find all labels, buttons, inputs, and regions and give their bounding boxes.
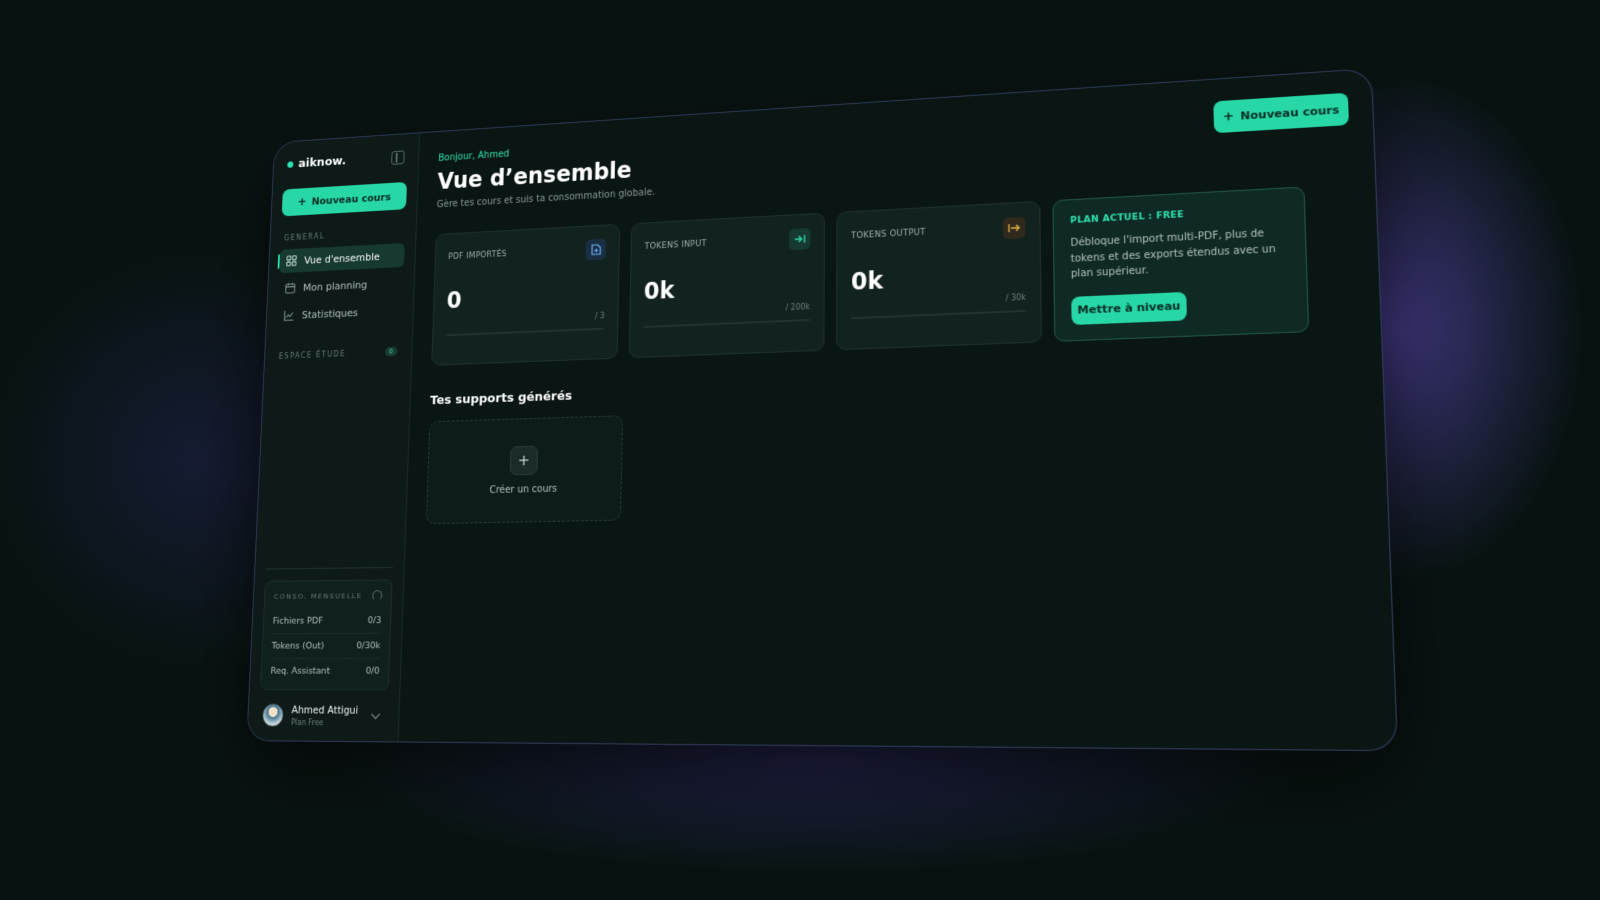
stat-value: 0k: [850, 266, 884, 296]
stat-head: TOKENS OUTPUT: [851, 216, 1026, 247]
app-window: aiknow. + Nouveau cours GENERAL Vue d'en…: [246, 67, 1399, 752]
sidebar-item-label: Statistiques: [301, 306, 359, 321]
usage-value: 0/30k: [356, 640, 381, 652]
plan-title: PLAN ACTUEL : FREE: [1070, 210, 1185, 227]
plus-icon: +: [1222, 108, 1235, 125]
header-new-course-label: Nouveau cours: [1240, 102, 1340, 123]
sidebar-item-planning[interactable]: Mon planning: [278, 271, 404, 301]
create-course-label: Créer un cours: [489, 483, 558, 496]
gauge-icon: [372, 590, 383, 601]
user-name: Ahmed Attigui: [291, 704, 359, 717]
usage-label: Req. Assistant: [270, 665, 331, 677]
stat-value: 0k: [643, 276, 675, 305]
brand-logo: aiknow.: [287, 154, 346, 171]
usage-row-pdf: Fichiers PDF 0/3: [272, 608, 382, 635]
stat-progress-bar: [850, 309, 1027, 320]
usage-value: 0/0: [365, 665, 380, 677]
usage-value: 0/3: [367, 615, 382, 627]
usage-title: CONSO. MENSUELLE: [273, 591, 363, 601]
upgrade-button[interactable]: Mettre à niveau: [1071, 291, 1187, 325]
avatar: [261, 703, 284, 727]
sidebar-item-label: Mon planning: [302, 278, 368, 294]
plus-icon: +: [509, 445, 539, 475]
stat-limit: / 30k: [1005, 292, 1027, 303]
chart-icon: [284, 310, 295, 321]
usage-row-assistant: Req. Assistant 0/0: [270, 659, 380, 683]
sidebar: aiknow. + Nouveau cours GENERAL Vue d'en…: [247, 133, 421, 742]
stat-limit: / 200k: [785, 302, 810, 313]
stat-label: TOKENS OUTPUT: [851, 227, 926, 242]
arrow-out-icon: [1002, 216, 1026, 240]
monthly-usage-panel: CONSO. MENSUELLE Fichiers PDF 0/3 Tokens…: [260, 579, 393, 691]
sidebar-item-label: Vue d'ensemble: [303, 250, 381, 267]
stat-head: TOKENS INPUT: [644, 227, 811, 258]
arrow-in-icon: [789, 227, 811, 251]
chevron-down-icon[interactable]: [371, 708, 381, 719]
stat-card-tokens-input: TOKENS INPUT 0k / 200k: [628, 212, 825, 359]
stat-label: PDF IMPORTÉS: [448, 249, 507, 262]
plan-card: PLAN ACTUEL : FREE Débloque l'import mul…: [1052, 186, 1310, 342]
file-icon: [585, 238, 607, 261]
sidebar-item-statistics[interactable]: Statistiques: [277, 298, 403, 328]
stat-label: TOKENS INPUT: [644, 239, 707, 252]
sidebar-new-course-button[interactable]: + Nouveau cours: [281, 181, 408, 217]
stat-limit: / 3: [594, 311, 605, 321]
usage-header: CONSO. MENSUELLE: [274, 590, 383, 602]
grid-icon: [286, 255, 297, 266]
user-menu[interactable]: Ahmed Attigui Plan Free: [258, 703, 388, 727]
sidebar-item-overview[interactable]: Vue d'ensemble: [279, 243, 405, 274]
main-content: Bonjour, Ahmed Vue d’ensemble Gère tes c…: [399, 69, 1397, 750]
collapse-sidebar-icon[interactable]: [391, 150, 405, 165]
brand-dot-icon: [287, 161, 294, 168]
calendar-icon: [285, 282, 296, 293]
usage-row-tokens-out: Tokens (Out) 0/30k: [271, 633, 381, 660]
stat-progress-bar: [445, 327, 605, 337]
usage-label: Tokens (Out): [271, 640, 325, 652]
user-info: Ahmed Attigui Plan Free: [291, 704, 365, 727]
section-label-general: GENERAL: [283, 231, 326, 243]
user-plan: Plan Free: [290, 717, 324, 727]
stat-value: 0: [446, 287, 462, 314]
brand-name: aiknow.: [298, 154, 347, 171]
scene: aiknow. + Nouveau cours GENERAL Vue d'en…: [0, 0, 1600, 900]
stat-progress-bar: [643, 318, 810, 328]
stat-card-pdf: PDF IMPORTÉS 0 / 3: [431, 223, 621, 366]
sidebar-new-course-label: Nouveau cours: [311, 190, 392, 208]
stats-row: PDF IMPORTÉS 0 / 3 TOKENS INPUT 0k / 200…: [431, 184, 1356, 366]
plus-icon: +: [297, 194, 307, 209]
usage-label: Fichiers PDF: [272, 615, 324, 627]
create-course-card[interactable]: + Créer un cours: [425, 415, 623, 525]
supports-section-title: Tes supports générés: [429, 388, 573, 409]
brand-row: aiknow.: [284, 150, 408, 171]
stat-head: PDF IMPORTÉS: [448, 238, 607, 268]
stat-card-tokens-output: TOKENS OUTPUT 0k / 30k: [836, 200, 1042, 351]
plan-description: Débloque l'import multi-PDF, plus de tok…: [1070, 228, 1276, 280]
